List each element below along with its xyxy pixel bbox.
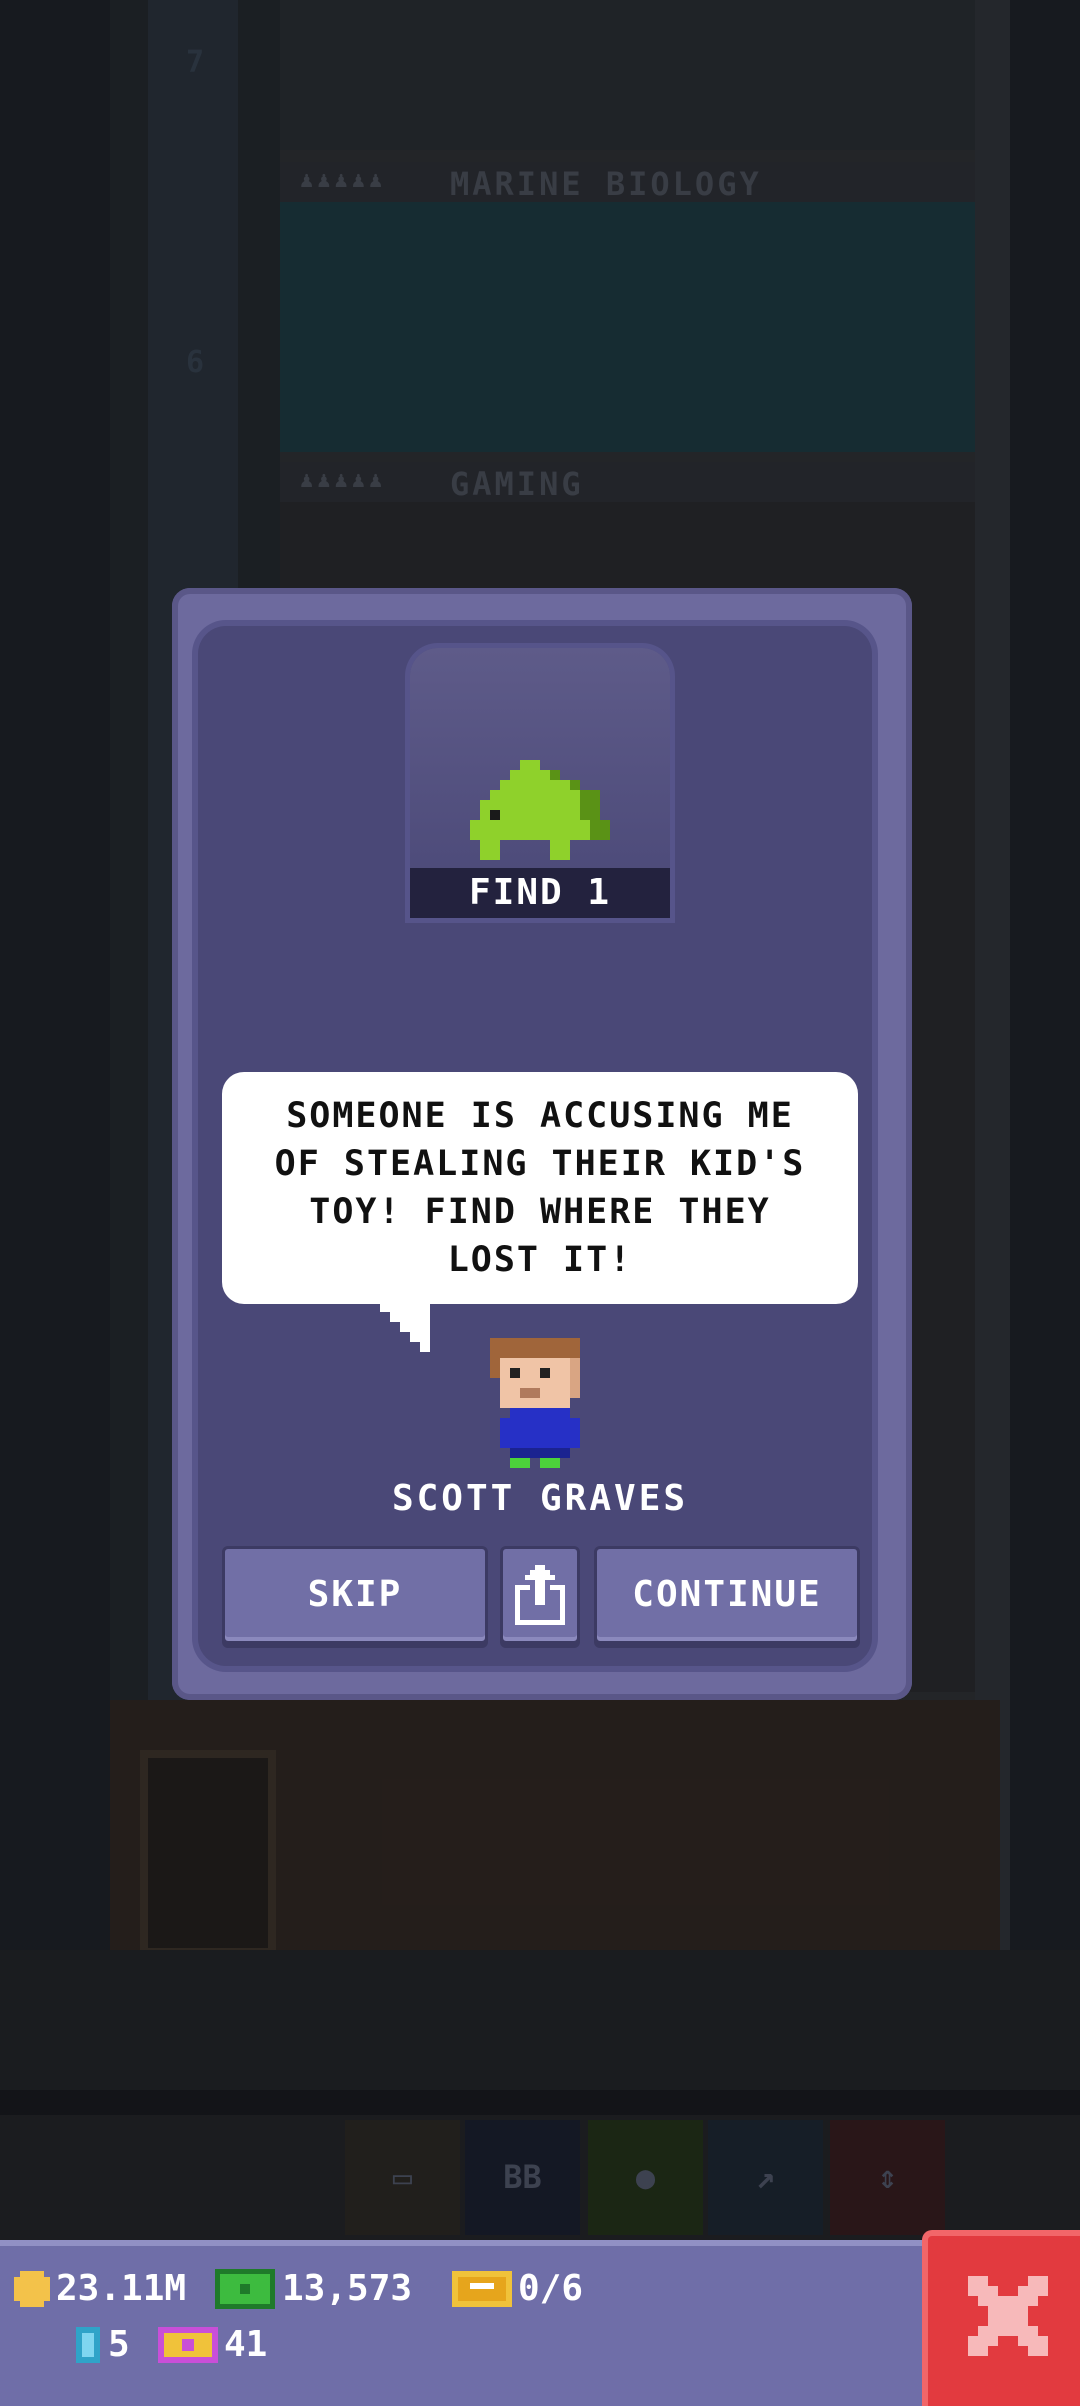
green-stegosaurus-toy-icon — [470, 760, 610, 860]
speech-bubble-tail — [380, 1302, 430, 1352]
bux-counter: 13,573 — [214, 2268, 412, 2309]
tickets-value: 0/6 — [518, 2268, 584, 2309]
coin-icon — [14, 2270, 50, 2307]
skip-button[interactable]: SKIP — [222, 1546, 488, 1644]
keys-counter: 5 — [74, 2324, 130, 2365]
share-button[interactable] — [500, 1546, 580, 1644]
mission-goal-label: FIND 1 — [410, 868, 670, 918]
npc-avatar — [490, 1338, 580, 1468]
coins-value: 23.11M — [56, 2268, 187, 2309]
close-icon — [968, 2276, 1048, 2356]
close-button[interactable] — [922, 2230, 1080, 2406]
share-icon — [515, 1565, 565, 1625]
golden-tickets-counter: 41 — [158, 2324, 267, 2365]
key-icon — [76, 2326, 100, 2363]
bux-icon — [215, 2268, 275, 2309]
ticket-icon — [452, 2270, 512, 2307]
mission-message: SOMEONE IS ACCUSING ME OF STEALING THEIR… — [274, 1096, 806, 1280]
coins-counter: 23.11M — [14, 2268, 186, 2309]
npc-name: SCOTT GRAVES — [391, 1478, 689, 1519]
golden-ticket-icon — [158, 2326, 218, 2363]
golden-tickets-value: 41 — [224, 2324, 268, 2365]
resource-hud — [0, 2240, 930, 2406]
bux-value: 13,573 — [282, 2268, 413, 2309]
keys-value: 5 — [108, 2324, 130, 2365]
continue-button[interactable]: CONTINUE — [594, 1546, 860, 1644]
tickets-counter: 0/6 — [452, 2268, 583, 2309]
